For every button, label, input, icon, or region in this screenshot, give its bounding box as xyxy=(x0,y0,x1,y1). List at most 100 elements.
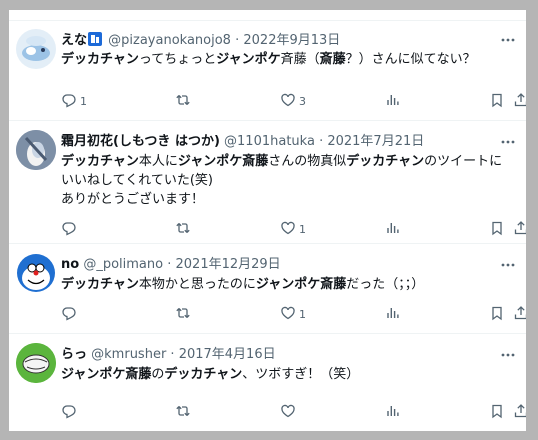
display-name[interactable]: らっ xyxy=(61,347,87,362)
highlighted-term: デッカチャン xyxy=(61,277,139,292)
like-icon xyxy=(280,403,296,422)
handle[interactable]: @1101hatuka xyxy=(224,134,315,149)
reply-button[interactable] xyxy=(61,403,77,421)
avatar[interactable] xyxy=(16,130,56,170)
like-icon xyxy=(280,92,296,111)
more-icon[interactable] xyxy=(500,347,516,363)
reply-icon xyxy=(61,403,77,422)
share-button[interactable] xyxy=(513,403,526,421)
views-button[interactable] xyxy=(385,220,401,238)
bookmark-button[interactable] xyxy=(489,403,505,421)
bookmark-icon xyxy=(489,92,505,111)
like-button[interactable]: 1 xyxy=(280,305,306,323)
retweet-button[interactable] xyxy=(175,92,191,110)
reply-icon xyxy=(61,305,77,324)
timestamp[interactable]: 2017年4月16日 xyxy=(179,347,276,362)
views-button[interactable] xyxy=(385,305,401,323)
share-icon xyxy=(513,220,526,239)
like-button[interactable]: 1 xyxy=(280,220,306,238)
text-segment: ってちょっと xyxy=(138,52,217,67)
highlighted-term: ジャンポケ斎藤 xyxy=(177,154,269,169)
tweet-header: 霜月初花(しもつき はつか) @1101hatuka · 2021年7月21日 xyxy=(61,134,424,150)
retweet-icon xyxy=(175,403,191,422)
tweet-text: ジャンポケ斎藤のデッカチャン、ツボすぎ！（笑） xyxy=(61,365,516,384)
text-segment: ありがとうございます！ xyxy=(61,192,205,207)
like-count: 1 xyxy=(299,222,306,236)
share-button[interactable] xyxy=(513,220,526,238)
more-icon[interactable] xyxy=(500,134,516,150)
tweet-text-line: デッカチャン本物かと思ったのにジャンポケ斎藤だった（；；） xyxy=(61,275,516,294)
reply-button[interactable] xyxy=(61,305,77,323)
tweet-text: デッカチャン本物かと思ったのにジャンポケ斎藤だった（；；） xyxy=(61,275,516,294)
share-button[interactable] xyxy=(513,92,526,110)
bookmark-icon xyxy=(489,220,505,239)
highlighted-term: ジャンポケ xyxy=(216,52,281,67)
text-segment: いいねしてくれていた(笑) xyxy=(61,173,213,188)
avatar[interactable] xyxy=(16,253,56,293)
like-count: 1 xyxy=(299,307,306,321)
timestamp[interactable]: 2021年12月29日 xyxy=(176,257,281,272)
avatar[interactable] xyxy=(16,29,56,69)
tweet[interactable]: no @_polimano · 2021年12月29日 デッカチャン本物かと思っ… xyxy=(9,243,526,334)
more-icon[interactable] xyxy=(500,32,516,48)
separator: · xyxy=(230,33,244,48)
bookmark-button[interactable] xyxy=(489,305,505,323)
reply-icon xyxy=(61,92,77,111)
tweet[interactable]: えな @pizayanokanojo8 · 2022年9月13日 デッカチャンっ… xyxy=(9,21,526,121)
highlighted-term: デッカチャン xyxy=(346,154,425,169)
tweet-header: no @_polimano · 2021年12月29日 xyxy=(61,257,281,273)
views-icon xyxy=(385,92,401,111)
retweet-button[interactable] xyxy=(175,403,191,421)
text-segment: 本人に xyxy=(138,154,178,169)
display-name[interactable]: えな xyxy=(61,33,87,48)
reply-button[interactable] xyxy=(61,220,77,238)
top-divider xyxy=(9,10,526,21)
tweet-text-line: ありがとうございます！ xyxy=(61,190,516,209)
text-segment: の xyxy=(151,367,165,382)
timestamp[interactable]: 2022年9月13日 xyxy=(243,33,340,48)
tweet-list: えな @pizayanokanojo8 · 2022年9月13日 デッカチャンっ… xyxy=(9,10,526,431)
bookmark-button[interactable] xyxy=(489,92,505,110)
views-button[interactable] xyxy=(385,92,401,110)
tweet-text-line: ジャンポケ斎藤のデッカチャン、ツボすぎ！（笑） xyxy=(61,365,516,384)
display-name[interactable]: no xyxy=(61,257,79,272)
handle[interactable]: @pizayanokanojo8 xyxy=(108,33,231,48)
timestamp[interactable]: 2021年7月21日 xyxy=(327,134,424,149)
retweet-button[interactable] xyxy=(175,220,191,238)
text-segment: 斉藤（ xyxy=(280,52,320,67)
like-count: 3 xyxy=(299,94,306,108)
tweet-text-line: いいねしてくれていた(笑) xyxy=(61,171,516,190)
retweet-icon xyxy=(175,305,191,324)
tweet-text: デッカチャンってちょっとジャンポケ斉藤（斎藤？）さんに似てない？ xyxy=(61,50,516,69)
highlighted-term: ジャンポケ斎藤 xyxy=(255,277,347,292)
display-name[interactable]: 霜月初花(しもつき はつか) xyxy=(61,134,220,149)
like-button[interactable]: 3 xyxy=(280,92,306,110)
text-segment: さんの物真似 xyxy=(268,154,347,169)
reply-button[interactable]: 1 xyxy=(61,92,87,110)
text-segment: だった（；；） xyxy=(346,277,425,292)
action-bar xyxy=(61,403,526,421)
tweet-text-line: デッカチャン本人にジャンポケ斎藤さんの物真似デッカチャンのツイートに xyxy=(61,152,516,171)
like-icon xyxy=(280,220,296,239)
share-button[interactable] xyxy=(513,305,526,323)
handle[interactable]: @_polimano xyxy=(83,257,163,272)
more-icon[interactable] xyxy=(500,257,516,273)
like-button[interactable] xyxy=(280,403,296,421)
bookmark-icon xyxy=(489,305,505,324)
avatar[interactable] xyxy=(16,343,56,383)
highlighted-term: デッカチャン xyxy=(164,367,243,382)
bookmark-button[interactable] xyxy=(489,220,505,238)
handle[interactable]: @kmrusher xyxy=(91,347,166,362)
retweet-button[interactable] xyxy=(175,305,191,323)
retweet-icon xyxy=(175,92,191,111)
tweet[interactable]: 霜月初花(しもつき はつか) @1101hatuka · 2021年7月21日 … xyxy=(9,120,526,244)
tweet[interactable]: らっ @kmrusher · 2017年4月16日 ジャンポケ斎藤のデッカチャン… xyxy=(9,333,526,431)
verified-badge-icon xyxy=(88,32,103,46)
share-icon xyxy=(513,92,526,111)
views-button[interactable] xyxy=(385,403,401,421)
bookmark-icon xyxy=(489,403,505,422)
tweet-text-line: デッカチャンってちょっとジャンポケ斉藤（斎藤？）さんに似てない？ xyxy=(61,50,516,69)
tweet-text: デッカチャン本人にジャンポケ斎藤さんの物真似デッカチャンのツイートに いいねしてく… xyxy=(61,152,516,209)
retweet-icon xyxy=(175,220,191,239)
reply-icon xyxy=(61,220,77,239)
